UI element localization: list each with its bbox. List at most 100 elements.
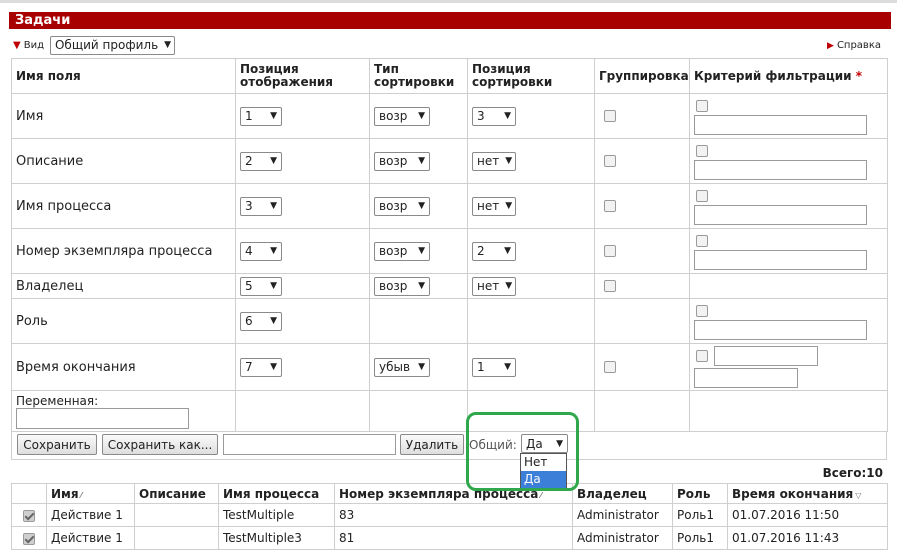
profile-select[interactable]: Общий профиль ▼ <box>49 35 175 55</box>
display-position-select[interactable]: 7 ▼ <box>240 357 282 377</box>
profile-name-input[interactable] <box>223 434 396 455</box>
date-to-input[interactable] <box>694 368 798 388</box>
profile-toolbar: Сохранить Сохранить как... Удалить Общий… <box>11 431 887 460</box>
filter-checkbox[interactable] <box>696 234 708 247</box>
column-header-process[interactable]: Имя процесса <box>218 483 335 504</box>
filter-checkbox[interactable] <box>696 189 708 202</box>
display-position-select[interactable]: 2 ▼ <box>240 151 282 171</box>
sort-type-select[interactable]: возр ▼ <box>374 276 430 296</box>
select-value: возр <box>379 199 408 213</box>
column-header-role[interactable]: Роль <box>672 483 728 504</box>
variable-label: Переменная: <box>16 393 99 408</box>
sort-position-select[interactable]: 2 ▼ <box>472 241 516 261</box>
config-row: Владелец 5 ▼ возр ▼ нет ▼ <box>11 273 888 299</box>
display-position-select[interactable]: 1 ▼ <box>240 106 282 126</box>
chevron-down-icon: ▼ <box>270 111 277 121</box>
display-position-select[interactable]: 4 ▼ <box>240 241 282 261</box>
filter-input[interactable] <box>694 204 867 225</box>
sort-position-select[interactable]: 1 ▼ <box>472 357 516 377</box>
grouping-checkbox[interactable] <box>604 110 616 122</box>
sort-type-select[interactable]: возр ▼ <box>374 106 430 126</box>
display-position-select[interactable]: 5 ▼ <box>240 276 282 296</box>
select-value: нет <box>477 279 500 293</box>
select-value: возр <box>379 279 408 293</box>
sort-type-select[interactable]: возр ▼ <box>374 151 430 171</box>
task-process: TestMultiple3 <box>218 526 335 550</box>
chevron-down-icon: ▼ <box>418 246 425 256</box>
empty-cell <box>594 390 690 432</box>
empty-cell <box>689 390 888 432</box>
column-header-owner[interactable]: Владелец <box>572 483 673 504</box>
column-header-name[interactable]: Имя ⁄ <box>46 483 135 504</box>
save-button[interactable]: Сохранить <box>17 434 97 455</box>
play-triangle-icon: ▶ <box>827 40 834 51</box>
collapse-triangle-icon[interactable]: ▼ <box>13 40 21 51</box>
chevron-down-icon: ▼ <box>418 281 425 291</box>
column-header-label: Время окончания <box>732 486 854 501</box>
table-row[interactable]: Действие 1 TestMultiple 83 Administrator… <box>11 503 888 527</box>
config-row: Время окончания 7 ▼ убыв ▼ 1 ▼ <box>11 343 888 391</box>
field-name: Имя <box>11 93 236 139</box>
row-checkbox[interactable] <box>23 532 35 545</box>
chevron-down-icon: ▼ <box>504 246 511 256</box>
row-checkbox[interactable] <box>23 509 35 522</box>
shared-option-yes[interactable]: Да <box>521 471 566 488</box>
shared-dropdown-list: Нет Да <box>520 453 567 489</box>
sort-position-select[interactable]: нет ▼ <box>472 151 516 171</box>
help-label[interactable]: Справка <box>837 40 881 51</box>
sort-type-select[interactable]: возр ▼ <box>374 196 430 216</box>
sort-position-select[interactable]: нет ▼ <box>472 276 516 296</box>
sort-position-select[interactable]: 3 ▼ <box>472 106 516 126</box>
chevron-down-icon: ▼ <box>418 156 425 166</box>
select-value: нет <box>477 199 500 213</box>
chevron-down-icon: ▼ <box>504 111 511 121</box>
column-header-description[interactable]: Описание <box>134 483 219 504</box>
header-field-name: Имя поля <box>11 58 236 94</box>
grouping-checkbox[interactable] <box>604 245 616 257</box>
help-link[interactable]: ▶ Справка <box>827 40 881 51</box>
chevron-down-icon: ▼ <box>270 156 277 166</box>
date-from-input[interactable] <box>714 346 818 366</box>
view-label[interactable]: Вид <box>24 40 44 51</box>
grouping-checkbox[interactable] <box>604 280 616 292</box>
save-as-button[interactable]: Сохранить как... <box>102 434 218 455</box>
filter-checkbox[interactable] <box>696 144 708 157</box>
chevron-down-icon: ▼ <box>418 201 425 211</box>
config-row: Номер экземпляра процесса 4 ▼ возр ▼ 2 ▼ <box>11 228 888 274</box>
filter-input[interactable] <box>694 159 867 180</box>
sort-type-select[interactable]: убыв ▼ <box>374 357 430 377</box>
columns-config-table: Имя поля Позиция отображения Тип сортиро… <box>11 58 888 432</box>
task-name: Действие 1 <box>46 526 135 550</box>
filter-input[interactable] <box>694 319 867 340</box>
filter-checkbox[interactable] <box>696 99 708 112</box>
select-value: 3 <box>477 109 485 123</box>
filter-checkbox[interactable] <box>696 350 708 362</box>
grouping-checkbox[interactable] <box>604 361 616 373</box>
task-role: Роль1 <box>672 503 728 527</box>
sort-type-select[interactable]: возр ▼ <box>374 241 430 261</box>
shared-select[interactable]: Да ▼ <box>521 434 568 453</box>
header-grouping: Группировка <box>594 58 690 94</box>
field-name: Описание <box>11 138 236 184</box>
display-position-select[interactable]: 3 ▼ <box>240 196 282 216</box>
variable-input[interactable] <box>16 407 189 429</box>
display-position-select[interactable]: 6 ▼ <box>240 311 282 331</box>
filter-input[interactable] <box>694 114 867 135</box>
config-row: Имя 1 ▼ возр ▼ 3 ▼ <box>11 93 888 139</box>
grouping-checkbox[interactable] <box>604 200 616 212</box>
header-filter: Критерий фильтрации * <box>689 58 888 94</box>
filter-checkbox[interactable] <box>696 304 708 317</box>
table-row[interactable]: Действие 1 TestMultiple3 81 Administrato… <box>11 526 888 550</box>
header-display-position: Позиция отображения <box>235 58 370 94</box>
grouping-checkbox[interactable] <box>604 155 616 167</box>
chevron-down-icon: ▼ <box>164 40 172 50</box>
task-role: Роль1 <box>672 526 728 550</box>
chevron-down-icon: ▼ <box>505 281 513 291</box>
filter-input[interactable] <box>694 249 867 270</box>
grouping-empty-cell <box>594 298 690 344</box>
column-header-end-time[interactable]: Время окончания ▽ <box>727 483 888 504</box>
shared-option-no[interactable]: Нет <box>521 454 566 471</box>
task-end-time: 01.07.2016 11:50 <box>727 503 888 527</box>
delete-button[interactable]: Удалить <box>400 434 464 455</box>
sort-position-select[interactable]: нет ▼ <box>472 196 516 216</box>
